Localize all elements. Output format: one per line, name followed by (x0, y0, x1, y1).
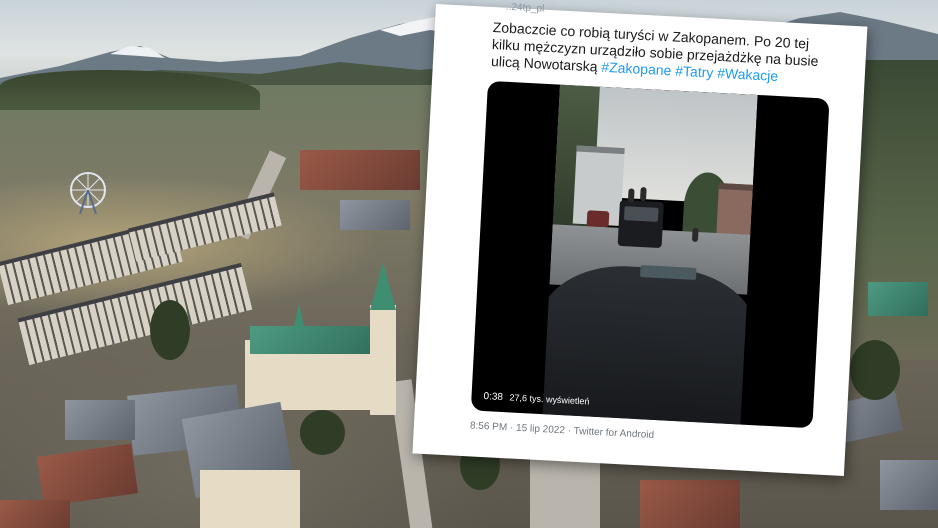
house-roof (640, 480, 740, 528)
tweet-card[interactable]: ..24tp_pl Zobaczcie co robią turyści w Z… (412, 1, 868, 476)
video-duration: 0:38 (483, 391, 504, 404)
ferris-wheel (70, 172, 106, 214)
video-bus-window (623, 206, 659, 222)
church-roof (250, 326, 380, 354)
video-person (627, 188, 635, 203)
hashtag-link[interactable]: #Wakacje (717, 65, 779, 84)
hashtag-link[interactable]: #Zakopane (601, 59, 672, 79)
tree (150, 300, 190, 360)
video-person (691, 227, 699, 243)
house-roof (340, 200, 410, 230)
house-roof (868, 282, 928, 316)
house-wall (200, 470, 300, 528)
church-spire (370, 262, 396, 310)
video-person (639, 186, 647, 202)
tweet-video[interactable]: 0:38 27,6 tys. wyświetleń (470, 80, 830, 429)
tweet-handle: ..24tp_pl (505, 1, 545, 15)
tree (300, 410, 345, 455)
video-frame (542, 84, 758, 425)
church-spire (293, 304, 305, 330)
tweet-timestamp: 8:56 PM · 15 lip 2022 · Twitter for Andr… (469, 420, 655, 441)
house-roof (880, 460, 938, 510)
church-tower (370, 305, 396, 415)
hashtag-link[interactable]: #Tatry (675, 63, 714, 81)
house-roof (65, 400, 135, 440)
tree (850, 340, 900, 400)
video-car (586, 210, 610, 228)
tweet-text: Zobaczcie co robią turyści w Zakopanem. … (491, 19, 833, 88)
house-roof (300, 150, 420, 190)
video-bus (617, 199, 664, 249)
house-roof (0, 500, 70, 528)
